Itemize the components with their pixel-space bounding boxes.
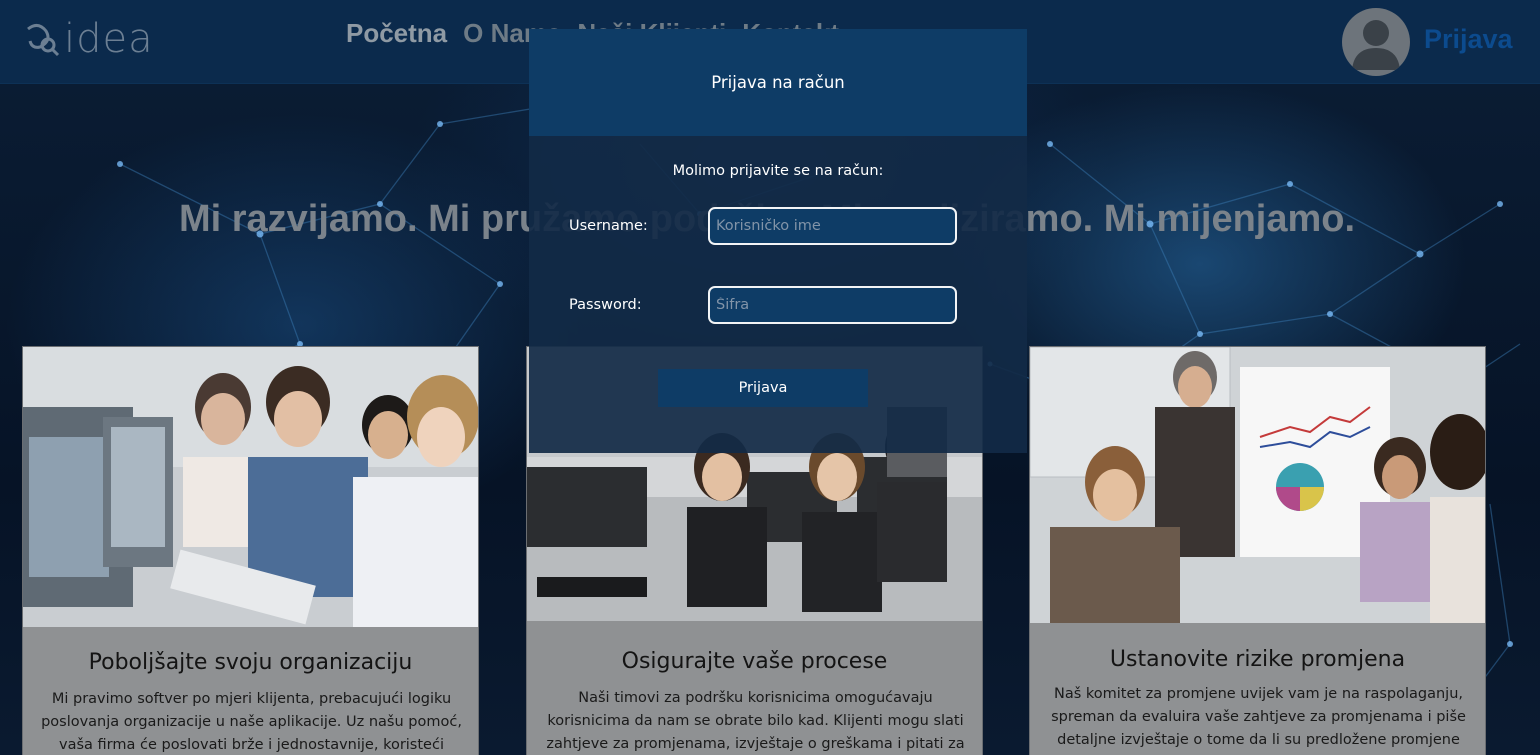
login-submit-button[interactable]: Prijava [658,369,868,407]
login-link[interactable]: Prijava [1424,24,1513,55]
card-text: Naš komitet za promjene uvijek vam je na… [1051,686,1466,748]
password-input[interactable] [708,286,957,324]
logo[interactable]: idea [24,16,154,62]
card-title: Osigurajte vaše procese [621,649,888,674]
logo-text: idea [64,16,154,62]
card-title: Ustanovite rizike promjena [1109,647,1406,672]
card-text: Naši timovi za podršku korisnicima omogu… [546,690,965,752]
user-avatar[interactable] [1342,8,1410,76]
feature-card: Poboljšajte svoju organizaciju Mi pravim… [22,346,479,755]
user-avatar-icon [1352,20,1400,70]
modal-header: Prijava na račun [529,29,1027,136]
username-input[interactable] [708,207,957,245]
logo-mark-icon [27,24,60,57]
modal-title: Prijava na račun [711,73,845,92]
card-title: Poboljšajte svoju organizaciju [88,650,413,675]
login-modal: Prijava na račun Molimo prijavite se na … [529,29,1027,453]
username-label: Username: [569,218,648,234]
feature-card: Ustanovite rizike promjena Naš komitet z… [1029,346,1486,755]
modal-prompt: Molimo prijavite se na račun: [672,163,884,179]
card-text: Mi pravimo softver po mjeri klijenta, pr… [41,691,462,753]
card-photo-office [23,347,478,627]
card-photo-presentation [1030,347,1485,623]
password-label: Password: [569,297,642,313]
nav-link-pocetna[interactable]: Početna [346,18,447,49]
